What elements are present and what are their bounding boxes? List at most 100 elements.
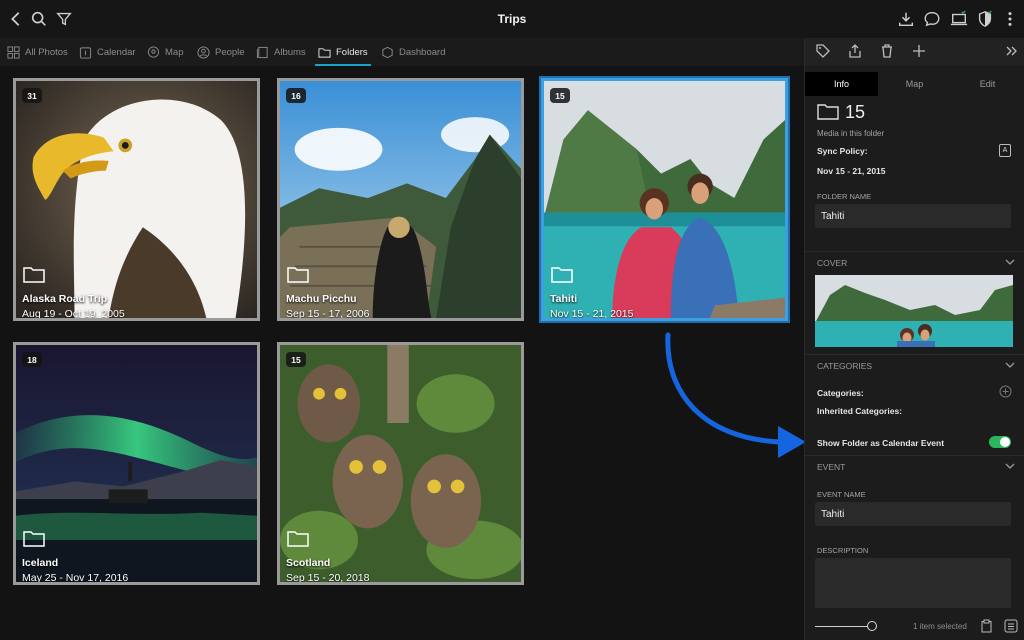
chat-icon[interactable] bbox=[922, 9, 942, 29]
cover-section-header[interactable]: COVER bbox=[805, 251, 1024, 270]
sync-policy-label: Sync Policy: bbox=[817, 146, 868, 156]
folder-dates: Aug 19 - Oct 19, 2005 bbox=[22, 308, 125, 320]
tab-label: Folders bbox=[336, 46, 368, 58]
event-name-label: EVENT NAME bbox=[817, 490, 866, 499]
folder-date-range: Nov 15 - 21, 2015 bbox=[817, 166, 886, 176]
description-field[interactable] bbox=[815, 558, 1011, 608]
tab-label: People bbox=[215, 46, 245, 58]
folder-name: Machu Picchu bbox=[286, 293, 357, 305]
categories-section-header[interactable]: CATEGORIES bbox=[805, 354, 1024, 373]
trash-icon[interactable] bbox=[879, 43, 897, 61]
cover-thumbnail[interactable] bbox=[815, 275, 1013, 347]
tab-all-photos[interactable]: All Photos bbox=[7, 38, 68, 66]
folder-name: Iceland bbox=[22, 557, 59, 569]
folder-cover-photo bbox=[280, 81, 521, 318]
tab-label: Dashboard bbox=[399, 46, 446, 58]
section-title: CATEGORIES bbox=[817, 361, 873, 371]
import-icon[interactable] bbox=[896, 9, 916, 29]
plus-icon[interactable] bbox=[911, 43, 929, 61]
more-icon[interactable] bbox=[1000, 9, 1020, 29]
folder-name: Scotland bbox=[286, 557, 331, 569]
view-tab-bar: All Photos Calendar Map People Albums Fo… bbox=[0, 38, 804, 66]
shield-icon[interactable] bbox=[975, 9, 995, 29]
folder-dates: Sep 15 - 17, 2006 bbox=[286, 308, 370, 320]
section-title: EVENT bbox=[817, 462, 846, 472]
share-icon[interactable] bbox=[847, 43, 865, 61]
show-calendar-toggle[interactable] bbox=[989, 436, 1011, 448]
folder-icon bbox=[287, 531, 309, 547]
chevron-down-icon bbox=[1005, 259, 1015, 265]
selection-status: 1 item selected bbox=[913, 622, 967, 631]
folder-card-machu-picchu[interactable]: 16 Machu Picchu Sep 15 - 17, 2006 bbox=[277, 78, 524, 321]
event-section-header[interactable]: EVENT bbox=[805, 455, 1024, 474]
folder-dates: May 25 - Nov 17, 2016 bbox=[22, 572, 129, 584]
top-bar: Trips bbox=[0, 0, 1024, 38]
inherited-categories-label: Inherited Categories: bbox=[817, 406, 903, 416]
tab-info[interactable]: Info bbox=[805, 72, 878, 96]
thumbnail-size-slider[interactable] bbox=[815, 626, 873, 627]
folder-icon bbox=[23, 267, 45, 283]
folder-icon bbox=[318, 47, 331, 58]
media-count-badge: 18 bbox=[22, 352, 42, 367]
tag-icon[interactable] bbox=[815, 43, 833, 61]
folder-name-field[interactable]: Tahiti bbox=[815, 204, 1011, 228]
media-count-badge: 15 bbox=[286, 352, 306, 367]
media-count: 15 bbox=[845, 102, 866, 122]
description-label: DESCRIPTION bbox=[817, 546, 869, 555]
tab-map-inspector[interactable]: Map bbox=[878, 72, 951, 96]
expand-icon[interactable] bbox=[1003, 43, 1021, 61]
tab-folders[interactable]: Folders bbox=[315, 38, 371, 66]
folder-dates: Sep 15 - 20, 2018 bbox=[286, 572, 370, 584]
sync-policy-badge[interactable]: A bbox=[999, 144, 1011, 157]
folder-icon bbox=[23, 531, 45, 547]
folder-cover-photo bbox=[544, 81, 785, 318]
folder-cover-photo bbox=[16, 345, 257, 582]
list-icon[interactable] bbox=[1004, 619, 1018, 633]
tab-people[interactable]: People bbox=[197, 38, 245, 66]
folder-name: Tahiti bbox=[550, 293, 578, 305]
folder-cover-photo bbox=[280, 345, 521, 582]
dashboard-icon bbox=[382, 46, 393, 58]
grid-icon bbox=[7, 45, 20, 59]
categories-label: Categories: bbox=[817, 388, 864, 398]
tab-label: Calendar bbox=[97, 46, 136, 58]
media-count-label: Media in this folder bbox=[817, 129, 885, 138]
folder-icon bbox=[287, 267, 309, 283]
add-category-icon[interactable] bbox=[999, 385, 1012, 398]
show-calendar-label: Show Folder as Calendar Event bbox=[817, 438, 945, 448]
folder-name: Alaska Road Trip bbox=[22, 293, 108, 305]
calendar-icon bbox=[79, 46, 92, 59]
media-count-badge: 15 bbox=[550, 88, 570, 103]
tab-albums[interactable]: Albums bbox=[256, 38, 306, 66]
clipboard-icon[interactable] bbox=[980, 619, 993, 633]
folder-icon bbox=[551, 267, 573, 283]
media-count-badge: 31 bbox=[22, 88, 42, 103]
media-count-badge: 16 bbox=[286, 88, 306, 103]
event-name-field[interactable]: Tahiti bbox=[815, 502, 1011, 526]
tab-label: Albums bbox=[274, 46, 306, 58]
device-icon[interactable] bbox=[949, 9, 969, 29]
folder-cover-photo bbox=[16, 81, 257, 318]
folder-icon bbox=[817, 104, 839, 120]
tab-dashboard[interactable]: Dashboard bbox=[381, 38, 445, 66]
inspector-panel: Info Map Edit 15 Media in this folder Sy… bbox=[804, 38, 1024, 640]
album-icon bbox=[256, 46, 268, 58]
tab-edit[interactable]: Edit bbox=[951, 72, 1024, 96]
folder-card-alaska[interactable]: 31 Alaska Road Trip Aug 19 - Oct 19, 200… bbox=[13, 78, 260, 321]
chevron-down-icon bbox=[1005, 463, 1015, 469]
tab-label: All Photos bbox=[25, 46, 68, 58]
folder-name-label: FOLDER NAME bbox=[817, 192, 872, 201]
inspector-footer: 1 item selected bbox=[805, 610, 1024, 640]
person-icon bbox=[197, 45, 210, 59]
folder-card-tahiti[interactable]: 15 Tahiti Nov 15 - 21, 2015 bbox=[541, 78, 788, 321]
section-title: COVER bbox=[817, 258, 848, 268]
folder-card-iceland[interactable]: 18 Iceland May 25 - Nov 17, 2016 bbox=[13, 342, 260, 585]
tab-calendar[interactable]: Calendar bbox=[79, 38, 136, 66]
tab-map[interactable]: Map bbox=[147, 38, 183, 66]
inspector-toolbar bbox=[805, 38, 1024, 66]
map-pin-icon bbox=[147, 45, 160, 58]
inspector-tabs: Info Map Edit bbox=[805, 72, 1024, 96]
slider-knob[interactable] bbox=[867, 621, 877, 631]
folder-card-scotland[interactable]: 15 Scotland Sep 15 - 20, 2018 bbox=[277, 342, 524, 585]
folder-dates: Nov 15 - 21, 2015 bbox=[550, 308, 634, 320]
